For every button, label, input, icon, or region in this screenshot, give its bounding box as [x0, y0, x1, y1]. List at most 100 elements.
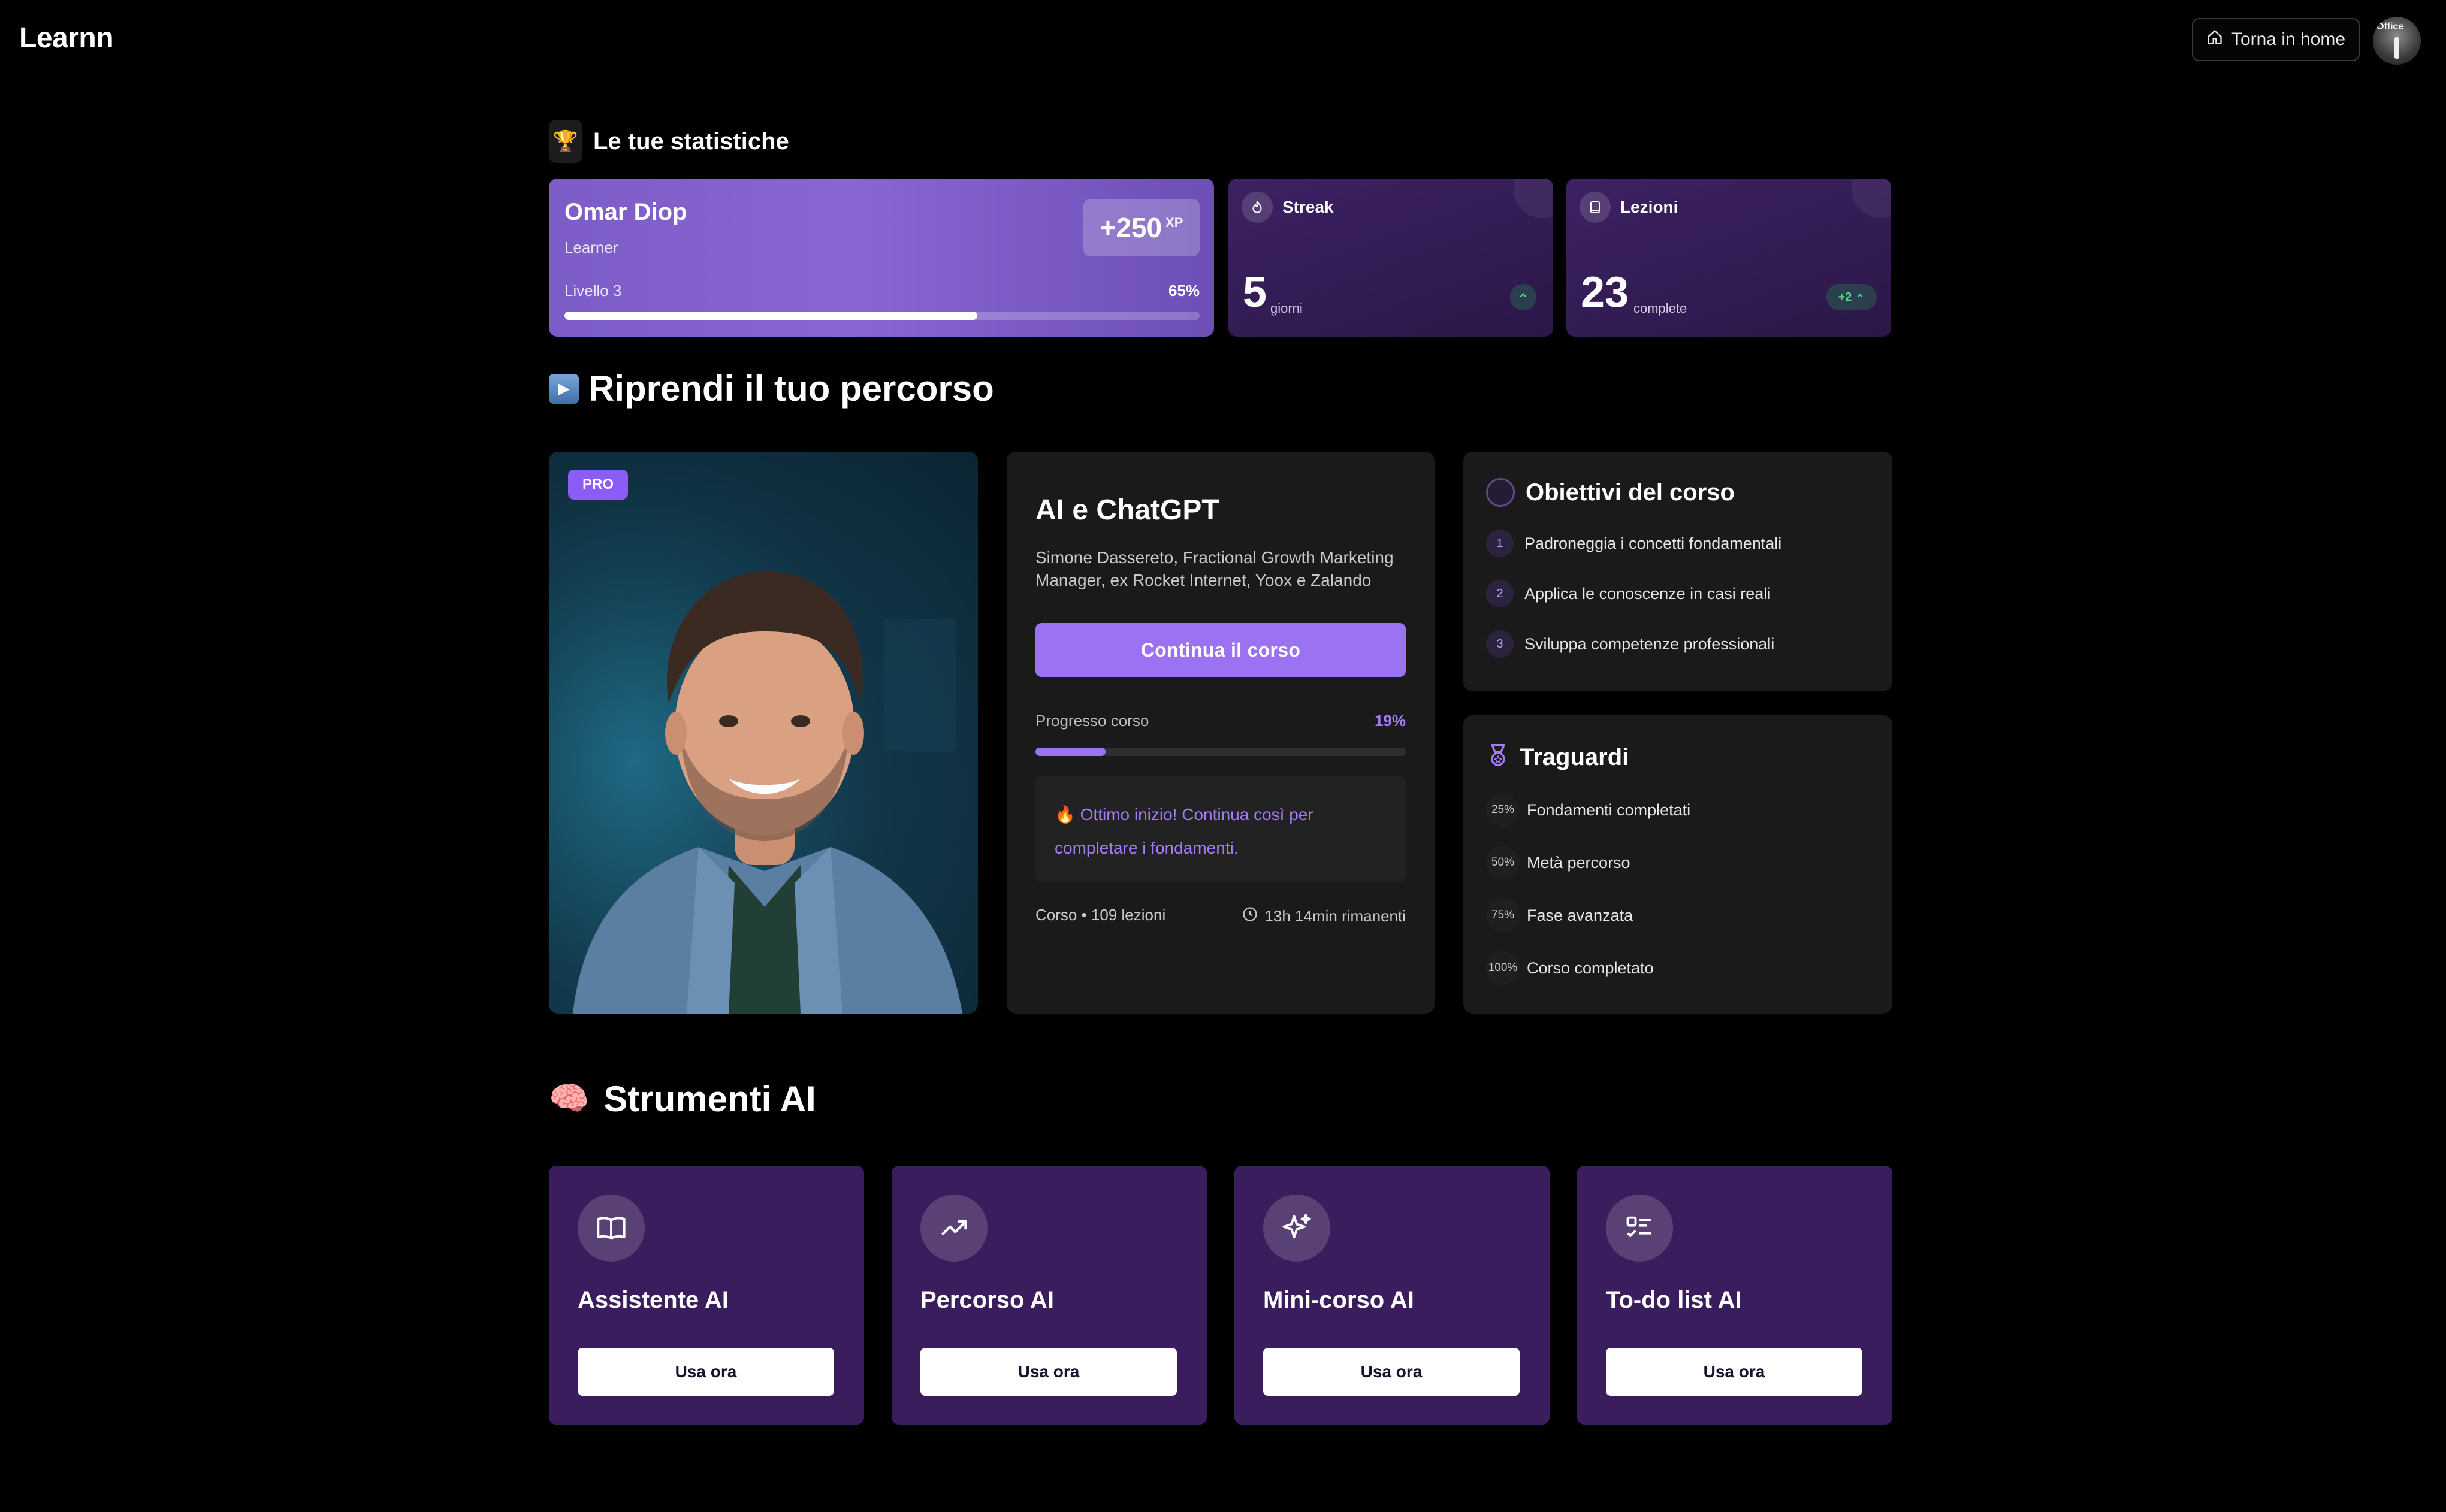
sparkles-icon	[1263, 1195, 1330, 1262]
level-label: Livello 3	[564, 282, 622, 300]
continue-course-button[interactable]: Continua il corso	[1035, 623, 1406, 677]
milestone-text: Corso completato	[1527, 958, 1654, 977]
course-meta: Corso • 109 lezioni	[1035, 906, 1166, 924]
objectives-title: Obiettivi del corso	[1526, 479, 1735, 506]
time-remaining: 13h 14min rimanenti	[1242, 906, 1406, 927]
xp-badge: +250 XP	[1083, 199, 1200, 256]
user-xp-card: Omar Diop Learner +250 XP Livello 3 65%	[549, 179, 1214, 337]
user-name: Omar Diop	[564, 199, 687, 225]
tool-card-mini-corso-ai: Mini-corso AI Usa ora	[1234, 1166, 1550, 1425]
home-button-label: Torna in home	[2231, 29, 2346, 49]
objective-item: 2 Applica le conoscenze in casi reali	[1486, 580, 1771, 607]
lessons-unit: complete	[1633, 301, 1687, 316]
resume-title-text: Riprendi il tuo percorso	[588, 368, 994, 409]
objective-item: 1 Padroneggia i concetti fondamentali	[1486, 530, 1781, 557]
level-progress-fill	[564, 312, 977, 320]
app-logo[interactable]: Learnn	[19, 22, 114, 55]
tool-name: Percorso AI	[920, 1287, 1055, 1313]
pro-badge: PRO	[568, 470, 628, 500]
target-icon	[1486, 478, 1515, 507]
milestone-percent: 100%	[1486, 951, 1520, 985]
course-title: AI e ChatGPT	[1035, 494, 1219, 526]
course-progress-bar	[1035, 748, 1406, 756]
tool-card-todo-list-ai: To-do list AI Usa ora	[1577, 1166, 1892, 1425]
use-now-button[interactable]: Usa ora	[1263, 1348, 1520, 1396]
milestone-text: Metà percorso	[1527, 853, 1630, 872]
lessons-value: 23	[1581, 268, 1629, 316]
milestone-text: Fondamenti completati	[1527, 800, 1691, 819]
milestone-percent: 50%	[1486, 846, 1520, 879]
milestone-item: 100% Corso completato	[1486, 951, 1654, 985]
user-avatar[interactable]: Office	[2373, 17, 2421, 65]
chevron-up-icon	[1518, 290, 1529, 304]
level-percent: 65%	[1168, 282, 1200, 300]
course-progress-percent: 19%	[1374, 712, 1406, 730]
user-role: Learner	[564, 238, 618, 256]
medal-icon	[1486, 743, 1510, 772]
lessons-delta: +2	[1838, 290, 1852, 304]
objective-number: 3	[1486, 630, 1514, 658]
course-card: AI e ChatGPT Simone Dassereto, Fractiona…	[1007, 452, 1435, 1014]
milestone-item: 50% Metà percorso	[1486, 846, 1630, 879]
lessons-label: Lezioni	[1620, 198, 1678, 216]
streak-unit: giorni	[1270, 301, 1303, 316]
stats-section-title: 🏆 Le tue statistiche	[549, 120, 789, 163]
course-progress-label: Progresso corso	[1035, 712, 1149, 730]
card-decoration	[1514, 179, 1553, 218]
encouragement-message: 🔥 Ottimo inizio! Continua così per compl…	[1035, 776, 1406, 882]
course-cover-image[interactable]: PRO	[549, 452, 978, 1014]
tool-card-assistente-ai: Assistente AI Usa ora	[549, 1166, 864, 1425]
resume-section-title: ▶ Riprendi il tuo percorso	[549, 368, 994, 409]
use-now-button[interactable]: Usa ora	[1606, 1348, 1862, 1396]
home-button[interactable]: Torna in home	[2192, 18, 2360, 61]
instructor-photo	[549, 452, 978, 1014]
clock-icon	[1242, 906, 1258, 927]
lessons-card: Lezioni 23 complete +2	[1566, 179, 1891, 337]
time-remaining-text: 13h 14min rimanenti	[1264, 907, 1406, 925]
tools-section-title: 🧠 Strumenti AI	[549, 1078, 816, 1120]
objective-text: Padroneggia i concetti fondamentali	[1524, 534, 1782, 552]
book-icon	[1580, 192, 1611, 223]
stats-title-text: Le tue statistiche	[593, 128, 789, 155]
objective-number: 2	[1486, 580, 1514, 607]
milestones-card: Traguardi 25% Fondamenti completati 50% …	[1463, 715, 1892, 1014]
card-decoration	[1852, 179, 1891, 218]
chevron-up-icon	[1855, 291, 1865, 304]
streak-label: Streak	[1282, 198, 1334, 216]
streak-value: 5	[1243, 268, 1267, 316]
avatar-text: Office	[2376, 22, 2404, 32]
brain-icon: 🧠	[549, 1081, 590, 1117]
milestone-item: 75% Fase avanzata	[1486, 899, 1633, 932]
tool-card-percorso-ai: Percorso AI Usa ora	[892, 1166, 1207, 1425]
objective-text: Applica le conoscenze in casi reali	[1524, 584, 1771, 603]
lessons-trend-badge: +2	[1826, 284, 1877, 310]
milestones-header: Traguardi	[1486, 743, 1629, 772]
objectives-header: Obiettivi del corso	[1486, 478, 1735, 507]
book-open-icon	[578, 1195, 645, 1262]
trophy-icon: 🏆	[549, 120, 582, 163]
objectives-card: Obiettivi del corso 1 Padroneggia i conc…	[1463, 452, 1892, 691]
play-icon: ▶	[549, 373, 579, 404]
home-icon	[2206, 29, 2223, 50]
use-now-button[interactable]: Usa ora	[578, 1348, 834, 1396]
milestone-percent: 25%	[1486, 793, 1520, 827]
objective-text: Sviluppa competenze professionali	[1524, 634, 1775, 653]
level-progress-bar	[564, 312, 1200, 320]
tools-title-text: Strumenti AI	[603, 1079, 816, 1119]
milestone-text: Fase avanzata	[1527, 906, 1633, 924]
streak-trend-badge	[1510, 284, 1536, 310]
checklist-icon	[1606, 1195, 1673, 1262]
flame-icon	[1242, 192, 1273, 223]
milestone-item: 25% Fondamenti completati	[1486, 793, 1690, 827]
trending-up-icon	[920, 1195, 988, 1262]
course-author: Simone Dassereto, Fractional Growth Mark…	[1035, 548, 1394, 589]
objective-number: 1	[1486, 530, 1514, 557]
milestones-title: Traguardi	[1520, 744, 1629, 770]
avatar-figure	[2394, 37, 2399, 59]
use-now-button[interactable]: Usa ora	[920, 1348, 1177, 1396]
milestone-percent: 75%	[1486, 899, 1520, 932]
objective-item: 3 Sviluppa competenze professionali	[1486, 630, 1774, 658]
tool-name: To-do list AI	[1606, 1287, 1742, 1313]
tool-name: Mini-corso AI	[1263, 1287, 1414, 1313]
tool-name: Assistente AI	[578, 1287, 729, 1313]
